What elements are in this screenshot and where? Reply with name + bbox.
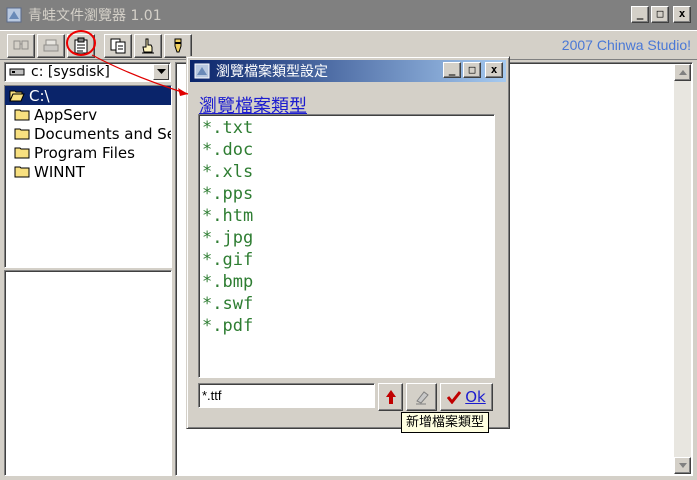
annotation-arrow: [91, 54, 189, 96]
